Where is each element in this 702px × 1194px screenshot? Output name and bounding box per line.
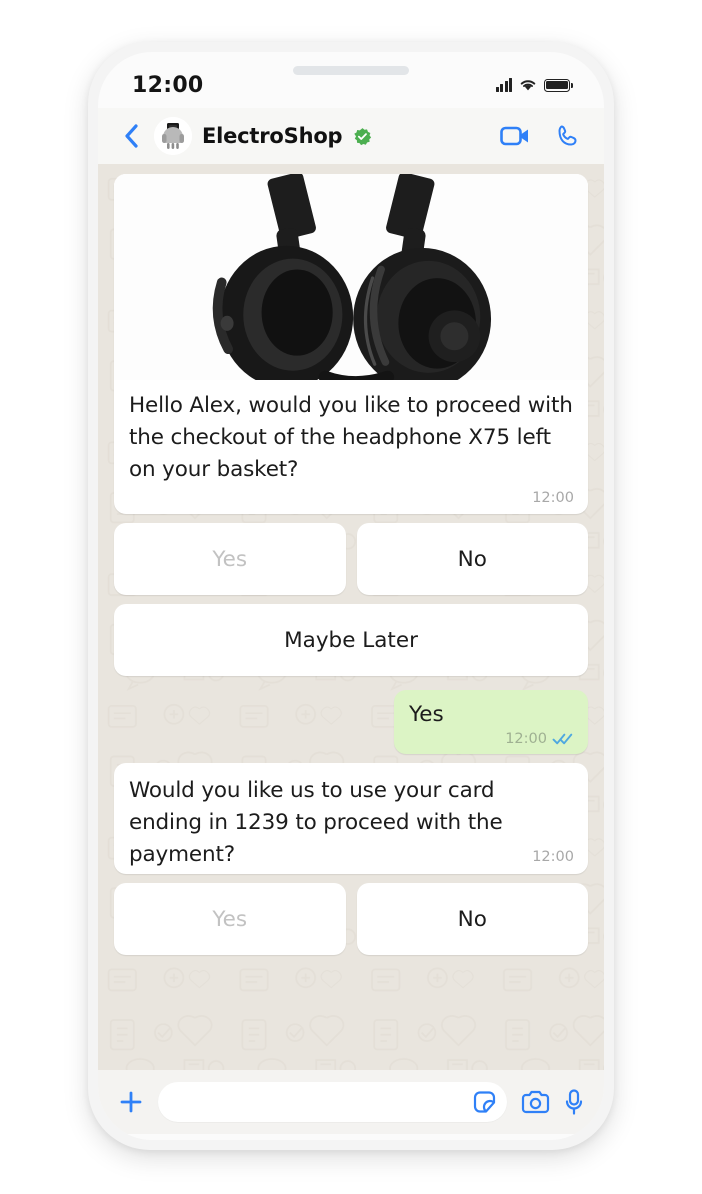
message-time: 12:00 (505, 731, 547, 748)
video-call-icon (500, 126, 528, 146)
home-indicator-area (98, 1134, 604, 1140)
outgoing-message-row: Yes 12:00 (114, 690, 588, 755)
quick-reply-maybe-later[interactable]: Maybe Later (114, 604, 588, 677)
quick-reply-row-1b: Maybe Later (114, 604, 588, 677)
phone-screen: 12:00 ElectroShop Hello Alex, would you … (98, 52, 604, 1140)
headphone-product-image[interactable] (114, 174, 588, 380)
video-call-button[interactable] (500, 125, 530, 147)
quick-reply-yes-2[interactable]: Yes (114, 883, 346, 956)
chat-header: ElectroShop (98, 108, 604, 164)
phone-call-icon (558, 125, 577, 146)
phone-frame: 12:00 ElectroShop Hello Alex, would you … (88, 42, 614, 1150)
back-button[interactable] (118, 121, 144, 151)
message-text: Yes (409, 702, 444, 728)
verified-badge-icon (354, 127, 372, 145)
message-meta: 12:00 (409, 731, 574, 747)
chat-message-area: Hello Alex, would you like to proceed wi… (98, 164, 604, 1070)
message-meta: 12:00 (114, 490, 588, 514)
signal-bars-icon (495, 78, 512, 92)
sticker-button[interactable] (472, 1090, 497, 1115)
message-time: 12:00 (532, 849, 574, 866)
voice-call-button[interactable] (556, 124, 580, 148)
quick-reply-row-1: Yes No (114, 523, 588, 596)
message-bubble-incoming: Hello Alex, would you like to proceed wi… (114, 174, 588, 515)
quick-reply-no-1[interactable]: No (356, 523, 588, 596)
message-bubble-outgoing: Yes 12:00 (394, 690, 588, 755)
sticker-icon (473, 1090, 496, 1113)
message-bubble-incoming: Would you like us to use your card endin… (114, 763, 588, 875)
microphone-icon (565, 1088, 583, 1115)
camera-button[interactable] (521, 1090, 550, 1115)
back-chevron-icon (125, 124, 138, 148)
message-input-bar (98, 1070, 604, 1134)
wifi-icon (520, 80, 536, 91)
contact-avatar-icon (154, 117, 192, 155)
device-notch (233, 52, 469, 86)
battery-icon (544, 78, 573, 92)
message-stream: Hello Alex, would you like to proceed wi… (114, 174, 588, 956)
message-input[interactable] (174, 1092, 472, 1112)
contact-name[interactable]: ElectroShop (202, 124, 343, 148)
message-time: 12:00 (532, 490, 574, 507)
header-actions (500, 124, 580, 148)
speaker-grille (293, 66, 409, 75)
status-time: 12:00 (132, 72, 204, 98)
message-input-field[interactable] (158, 1082, 507, 1122)
attach-button[interactable] (118, 1089, 144, 1115)
status-indicators (495, 78, 573, 92)
avatar[interactable] (154, 117, 192, 155)
quick-reply-no-2[interactable]: No (356, 883, 588, 956)
microphone-button[interactable] (564, 1088, 584, 1116)
plus-icon (120, 1091, 142, 1113)
camera-icon (521, 1090, 550, 1113)
message-text: Hello Alex, would you like to proceed wi… (129, 393, 573, 483)
double-check-read-icon (552, 732, 574, 746)
quick-reply-yes-1[interactable]: Yes (114, 523, 346, 596)
quick-reply-row-2: Yes No (114, 883, 588, 956)
